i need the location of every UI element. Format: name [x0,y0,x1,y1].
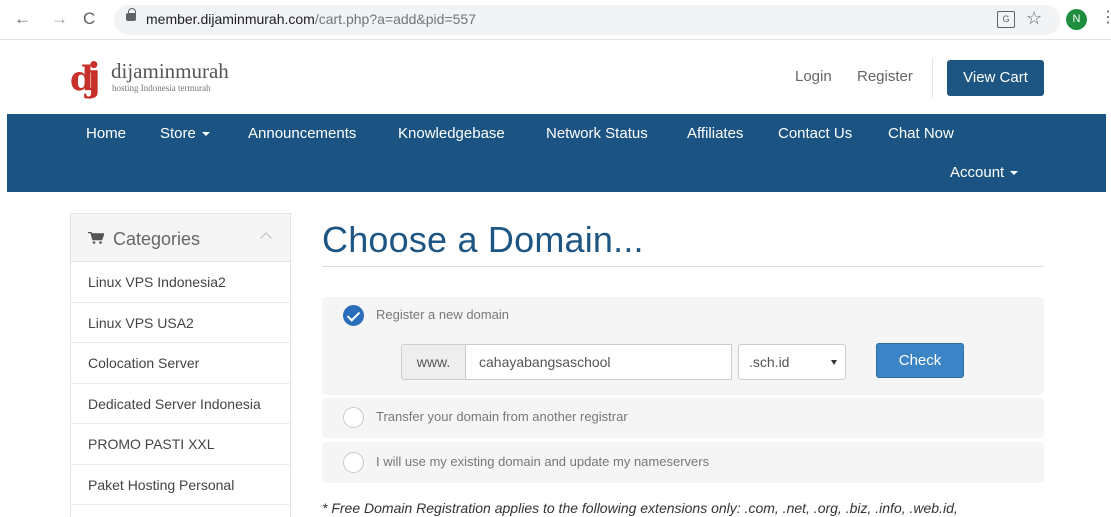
logo-letter-j: j [87,54,101,99]
register-domain-label[interactable]: Register a new domain [376,307,509,322]
transfer-domain-label[interactable]: Transfer your domain from another regist… [376,409,628,424]
tld-select-value: .sch.id [749,354,790,370]
translate-icon[interactable]: G [997,11,1015,28]
transfer-domain-radio[interactable] [343,407,364,428]
sidebar-item-paket-hosting-personal[interactable]: Paket Hosting Personal [71,465,290,505]
nav-account-label: Account [950,164,1005,181]
nav-network-status[interactable]: Network Status [546,125,648,142]
categories-title: Categories [113,229,201,249]
browser-toolbar: ← → C member.dijaminmurah.com/cart.php?a… [0,0,1111,40]
chevron-down-icon [1010,171,1019,176]
view-cart-button[interactable]: View Cart [947,60,1044,96]
back-icon[interactable]: ← [14,9,31,29]
categories-header[interactable]: Categories [71,214,290,262]
nav-announcements[interactable]: Announcements [248,125,356,142]
existing-domain-label[interactable]: I will use my existing domain and update… [376,454,709,469]
site-header: d j dijaminmurah hosting Indonesia termu… [0,40,1111,114]
existing-domain-radio[interactable] [343,452,364,473]
profile-avatar[interactable]: N [1066,9,1087,30]
tld-select[interactable]: .sch.id [738,344,846,380]
www-prefix: www. [401,344,466,380]
browser-menu-icon[interactable]: ⋮ [1100,8,1111,28]
logo-tagline: hosting Indonesia termurah [112,83,211,93]
lock-icon [126,8,136,21]
sidebar-item-linux-vps-usa2[interactable]: Linux VPS USA2 [71,303,290,343]
register-domain-option: Register a new domain www. cahayabangsas… [322,297,1044,395]
shopping-cart-icon [88,232,104,244]
logo-name[interactable]: dijaminmurah [111,60,229,82]
nav-contact-us[interactable]: Contact Us [778,125,852,142]
sidebar-item-linux-vps-indonesia2[interactable]: Linux VPS Indonesia2 [71,262,290,303]
nav-affiliates[interactable]: Affiliates [687,125,743,142]
url-text: member.dijaminmurah.com/cart.php?a=add&p… [146,11,476,27]
nav-account[interactable]: Account [950,164,1019,181]
sidebar-item-colocation-server[interactable]: Colocation Server [71,343,290,384]
nav-knowledgebase[interactable]: Knowledgebase [398,125,505,142]
register-domain-radio[interactable] [343,305,364,326]
sidebar-item-dedicated-server-indonesia[interactable]: Dedicated Server Indonesia [71,384,290,424]
nav-home[interactable]: Home [86,125,126,142]
check-button[interactable]: Check [876,343,964,378]
title-divider [322,266,1044,267]
logo-icon[interactable]: d j [70,52,104,100]
transfer-domain-option: Transfer your domain from another regist… [322,398,1044,438]
login-link[interactable]: Login [795,68,832,85]
domain-name-input[interactable]: cahayabangsaschool [465,344,732,380]
header-divider [932,58,933,98]
reload-icon[interactable]: C [83,9,95,29]
existing-domain-option: I will use my existing domain and update… [322,442,1044,483]
categories-panel: Categories Linux VPS Indonesia2 Linux VP… [70,213,291,517]
sidebar-item-promo-pasti-xxl[interactable]: PROMO PASTI XXL [71,424,290,465]
forward-icon[interactable]: → [51,9,68,29]
dropdown-caret-icon [831,360,837,365]
nav-store[interactable]: Store [160,125,210,142]
main-navigation: Home Store Announcements Knowledgebase N… [7,114,1106,192]
chevron-down-icon [201,132,210,137]
nav-chat-now[interactable]: Chat Now [888,125,954,142]
star-icon[interactable]: ☆ [1026,8,1042,29]
chevron-up-icon[interactable] [260,232,272,244]
page-title: Choose a Domain... [322,219,644,260]
nav-store-label: Store [160,125,196,142]
address-bar[interactable]: member.dijaminmurah.com/cart.php?a=add&p… [114,5,1060,35]
free-domain-footnote: * Free Domain Registration applies to th… [322,500,958,516]
register-link[interactable]: Register [857,68,913,85]
